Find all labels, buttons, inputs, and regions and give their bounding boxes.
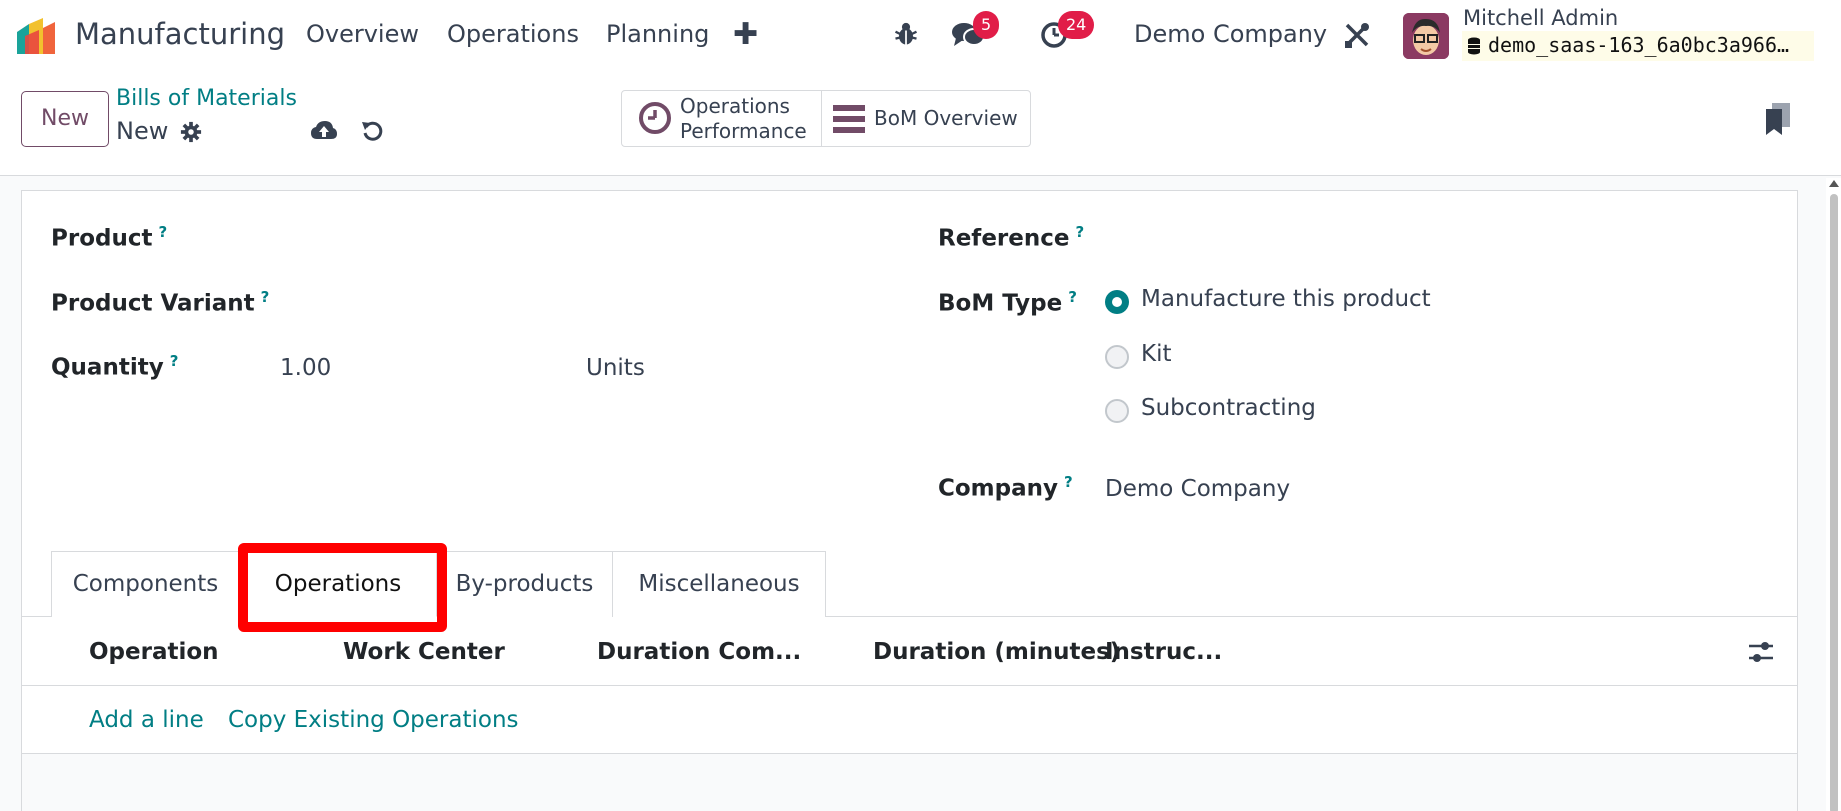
help-tooltip-icon[interactable]: ? (158, 223, 167, 241)
product-variant-label: Product Variant? (51, 288, 270, 317)
radio-manufacture[interactable] (1105, 290, 1129, 314)
menu-planning[interactable]: Planning (606, 20, 709, 48)
scroll-thumb[interactable] (1830, 194, 1838, 811)
table-header-border (22, 685, 1797, 686)
radio-label-subcontracting[interactable]: Subcontracting (1141, 395, 1316, 421)
company-label: Company? (938, 473, 1073, 502)
company-field[interactable]: Demo Company (1105, 476, 1290, 502)
quantity-label: Quantity? (51, 352, 179, 381)
tools-icon[interactable] (1343, 21, 1371, 49)
quantity-input[interactable]: 1.00 (280, 355, 331, 381)
tab-components[interactable]: Components (51, 551, 240, 617)
smart-button-label: BoM Overview (874, 106, 1018, 130)
cloud-upload-icon[interactable] (310, 119, 338, 143)
reference-label: Reference? (938, 223, 1085, 252)
radio-label-manufacture[interactable]: Manufacture this product (1141, 286, 1431, 312)
scroll-up-arrow-icon[interactable] (1829, 180, 1839, 187)
copy-existing-operations-link[interactable]: Copy Existing Operations (228, 707, 519, 733)
table-empty-area (22, 754, 1797, 811)
add-icon[interactable]: ✚ (733, 17, 758, 52)
help-tooltip-icon[interactable]: ? (1064, 473, 1073, 491)
activities-badge: 24 (1058, 11, 1095, 39)
radio-label-kit[interactable]: Kit (1141, 341, 1172, 367)
menu-operations[interactable]: Operations (447, 20, 579, 48)
clock-icon (639, 102, 671, 134)
form-sheet: Product? Product Variant? Quantity? 1.00… (21, 190, 1798, 811)
smart-buttons: Operations Performance BoM Overview (621, 90, 1031, 147)
bookmark-icon[interactable] (1766, 103, 1790, 135)
discard-icon[interactable] (361, 119, 385, 143)
column-operation[interactable]: Operation (89, 639, 219, 665)
smart-button-line1: Operations (680, 94, 790, 118)
control-panel: New Bills of Materials New Operations Pe… (0, 72, 1841, 176)
help-tooltip-icon[interactable]: ? (261, 288, 270, 306)
column-work-center[interactable]: Work Center (343, 639, 505, 665)
bom-type-label: BoM Type? (938, 288, 1077, 317)
breadcrumb-parent[interactable]: Bills of Materials (116, 86, 297, 111)
tab-miscellaneous[interactable]: Miscellaneous (612, 551, 826, 617)
column-instructions[interactable]: Instruc... (1105, 639, 1222, 665)
menu-overview[interactable]: Overview (306, 20, 419, 48)
radio-kit[interactable] (1105, 345, 1129, 369)
scrollbar[interactable] (1826, 178, 1841, 811)
bom-overview-button[interactable]: BoM Overview (822, 91, 1030, 146)
user-name[interactable]: Mitchell Admin (1463, 6, 1618, 30)
column-duration-minutes[interactable]: Duration (minutes) (873, 639, 1120, 665)
new-button[interactable]: New (21, 91, 109, 147)
column-duration-computation[interactable]: Duration Com... (597, 639, 801, 665)
add-line-link[interactable]: Add a line (89, 707, 204, 733)
optional-columns-icon[interactable] (1747, 638, 1775, 666)
database-name: demo_saas-163_6a0bc3a966… (1488, 33, 1790, 57)
tab-operations[interactable]: Operations (239, 551, 437, 617)
avatar[interactable] (1403, 13, 1449, 59)
tab-by-products[interactable]: By-products (436, 551, 613, 617)
gear-icon[interactable] (180, 121, 202, 143)
main-navbar: Manufacturing Overview Operations Planni… (0, 0, 1841, 72)
database-badge: demo_saas-163_6a0bc3a966… (1462, 31, 1814, 61)
uom-field[interactable]: Units (586, 355, 645, 381)
messages-badge: 5 (973, 11, 1000, 39)
product-label: Product? (51, 223, 168, 252)
operations-performance-button[interactable]: Operations Performance (622, 91, 821, 146)
database-icon (1468, 37, 1480, 55)
smart-button-line2: Performance (680, 119, 807, 143)
bug-icon[interactable] (892, 20, 920, 48)
breadcrumb-current: New (116, 117, 169, 145)
app-name[interactable]: Manufacturing (75, 17, 285, 51)
help-tooltip-icon[interactable]: ? (1068, 288, 1077, 306)
help-tooltip-icon[interactable]: ? (1075, 223, 1084, 241)
app-logo-icon[interactable] (15, 18, 63, 54)
radio-subcontracting[interactable] (1105, 399, 1129, 423)
company-switcher[interactable]: Demo Company (1134, 20, 1327, 48)
help-tooltip-icon[interactable]: ? (170, 352, 179, 370)
list-icon (833, 105, 865, 133)
